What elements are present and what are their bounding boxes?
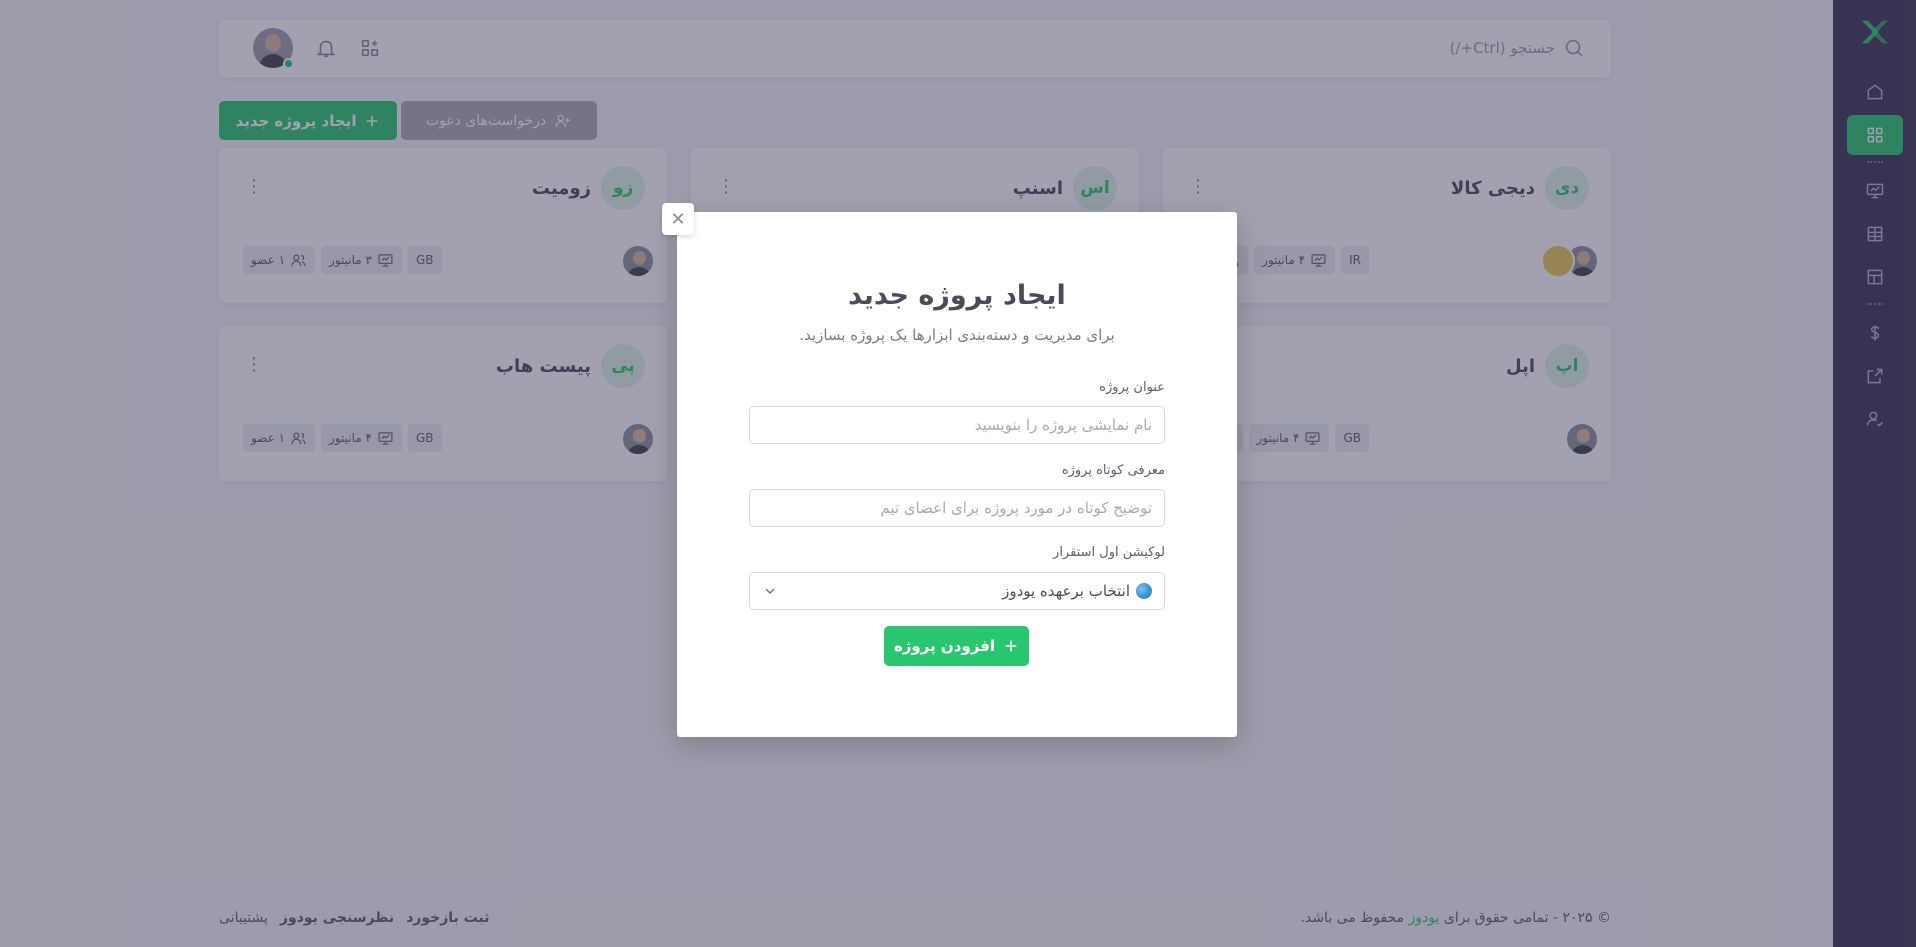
chevron-down-icon: [765, 588, 775, 594]
project-name-label: عنوان پروژه: [1099, 380, 1165, 395]
project-desc-label: معرفی کوتاه پروژه: [1061, 463, 1165, 478]
close-icon[interactable]: ✕: [662, 203, 694, 235]
project-name-placeholder: نام نمایشی پروژه را بنویسید: [974, 416, 1152, 434]
project-desc-placeholder: توضیح کوتاه در مورد پروژه برای اعضای تیم: [880, 499, 1152, 517]
location-select[interactable]: انتخاب برعهده یودوز: [749, 572, 1165, 610]
location-label: لوکیشن اول استقرار: [1053, 545, 1165, 560]
project-desc-input[interactable]: توضیح کوتاه در مورد پروژه برای اعضای تیم: [749, 489, 1165, 527]
modal-subtitle: برای مدیریت و دسته‌بندی ابزارها یک پروژه…: [799, 326, 1115, 344]
project-name-input[interactable]: نام نمایشی پروژه را بنویسید: [749, 406, 1165, 444]
create-project-modal: ایجاد پروژه جدید برای مدیریت و دسته‌بندی…: [677, 212, 1237, 737]
globe-icon: [1136, 583, 1152, 599]
add-project-label: افزودن پروژه: [893, 637, 996, 655]
modal-title: ایجاد پروژه جدید: [848, 280, 1066, 311]
add-project-button[interactable]: افزودن پروژه: [884, 626, 1029, 666]
plus-icon: [1005, 640, 1017, 652]
location-value: انتخاب برعهده یودوز: [1002, 582, 1130, 600]
